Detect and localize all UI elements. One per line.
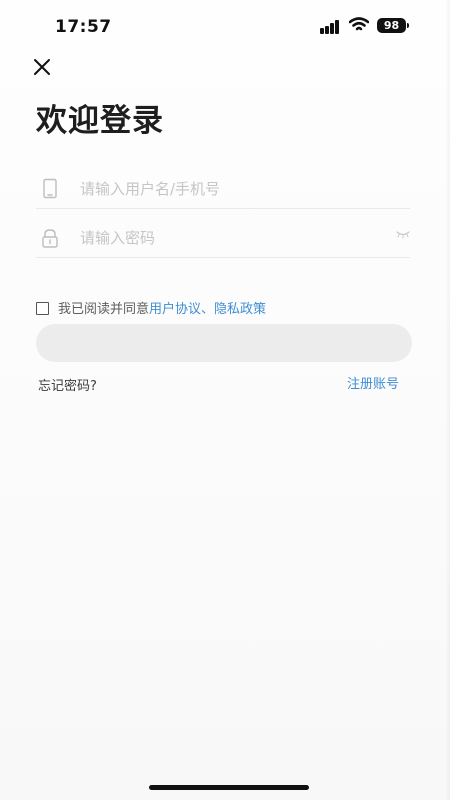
username-field (36, 170, 410, 209)
cellular-signal-icon (320, 20, 342, 34)
password-input[interactable] (78, 225, 382, 251)
eye-closed-icon[interactable] (396, 231, 410, 239)
login-screen: 17:57 98 欢迎登录 请输入用户名/手机号 我已阅读并同意用户协议、隐私政… (0, 0, 450, 800)
password-field (36, 219, 410, 258)
home-indicator[interactable] (149, 785, 309, 790)
login-button[interactable] (36, 324, 412, 362)
battery-icon: 98 (377, 18, 406, 33)
status-bar: 17:57 98 (0, 0, 450, 54)
agreement-text: 我已阅读并同意用户协议、隐私政策 (58, 298, 266, 317)
wifi-icon (349, 17, 369, 31)
username-input[interactable] (78, 176, 382, 202)
status-time: 17:57 (55, 17, 112, 37)
lock-icon (42, 229, 58, 248)
phone-icon (43, 178, 57, 199)
privacy-policy-link[interactable]: 隐私政策 (214, 302, 266, 317)
user-agreement-link[interactable]: 用户协议 (149, 302, 201, 317)
register-link[interactable]: 注册账号 (347, 373, 399, 392)
agreement-checkbox[interactable] (36, 302, 49, 315)
agreement-prefix: 我已阅读并同意 (58, 302, 150, 317)
close-icon[interactable] (30, 55, 54, 79)
screen-edge-shadow (445, 0, 450, 800)
agreement-separator: 、 (201, 302, 215, 317)
battery-tip (407, 23, 409, 28)
forgot-password-link[interactable]: 忘记密码? (38, 375, 97, 394)
page-title: 欢迎登录 (36, 103, 164, 139)
